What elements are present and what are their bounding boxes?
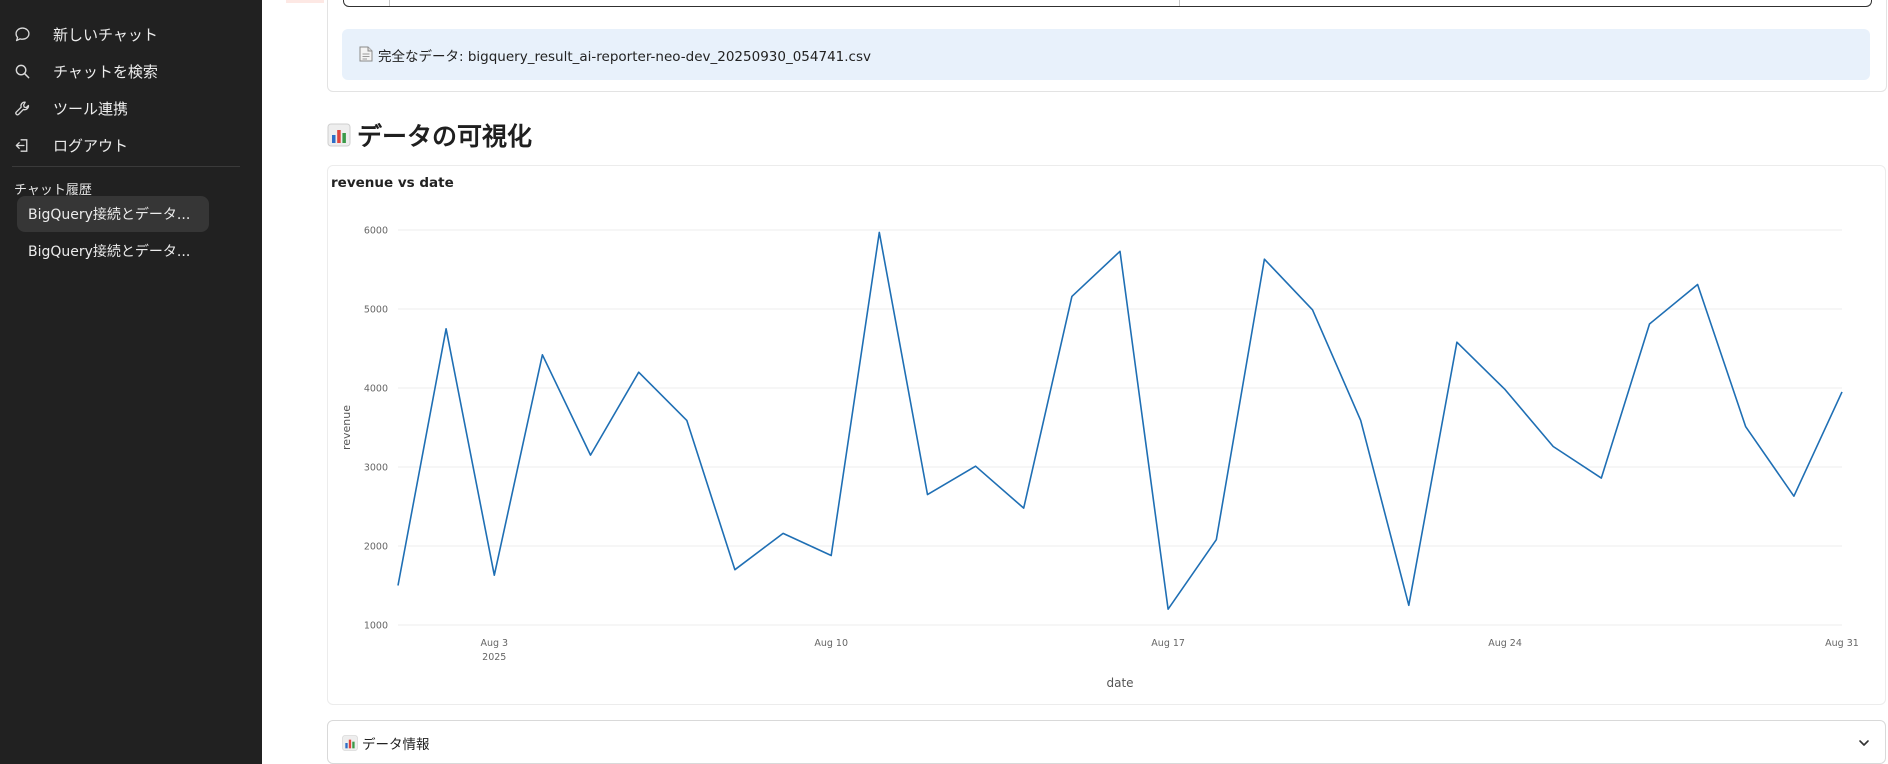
visualization-title: データの可視化 [357,122,533,151]
full-data-filename: bigquery_result_ai-reporter-neo-dev_2025… [467,49,871,65]
x-axis-label: date [1106,676,1133,690]
result-table-bottom [343,0,1872,7]
revenue-data-point [829,553,833,557]
revenue-data-point [781,531,785,535]
chat-bubble-icon [13,25,31,43]
chart-card: revenue vs date 1000 2000 3000 4000 5000 6000… [327,165,1886,705]
logout-icon [13,136,31,154]
chat-history-item-label: BigQuery接続とデータ... [28,244,191,260]
bar-chart-icon [327,123,351,147]
search-chat-button[interactable]: チャットを検索 [0,54,262,88]
new-chat-label: 新しいチャット [53,26,158,44]
revenue-data-point [492,573,496,577]
tool-integration-label: ツール連携 [53,100,129,118]
revenue-data-point [1262,257,1266,261]
revenue-data-point [444,327,448,331]
search-icon [13,62,31,80]
revenue-data-point [589,453,593,457]
revenue-data-point [1599,476,1603,480]
logout-button[interactable]: ログアウト [0,128,262,162]
revenue-data-point [1744,425,1748,429]
revenue-data-point [1647,322,1651,326]
revenue-data-point [974,464,978,468]
x-tick-label: Aug 24 [1488,638,1522,649]
full-data-prefix: 完全なデータ: [378,49,468,65]
chat-history-item[interactable]: BigQuery接続とデータ... [17,233,209,269]
chat-history-item[interactable]: BigQuery接続とデータ... [17,196,209,232]
y-axis-label: revenue [340,405,353,450]
revenue-data-point [396,584,400,588]
y-tick-label: 5000 [364,305,388,316]
y-tick-label: 6000 [364,226,388,237]
x-tick-label: Aug 17 [1151,638,1185,649]
revenue-data-point [1503,388,1507,392]
revenue-data-point [540,353,544,357]
revenue-data-point [1311,308,1315,312]
y-tick-label: 3000 [364,463,388,474]
chat-history-item-label: BigQuery接続とデータ... [28,207,191,223]
revenue-data-point [925,493,929,497]
revenue-data-point [1551,444,1555,448]
y-tick-label: 1000 [364,621,388,632]
y-tick-label: 2000 [364,542,388,553]
revenue-data-point [1118,249,1122,253]
document-icon [359,46,373,62]
bar-chart-icon [342,735,358,751]
revenue-data-point [733,568,737,572]
revenue-data-point [1455,340,1459,344]
revenue-data-point [685,418,689,422]
visualization-heading: データの可視化 [327,117,532,153]
revenue-line-chart[interactable]: 1000 2000 3000 4000 5000 6000 Aug 3 2025 Aug 10 A… [328,166,1885,704]
revenue-data-point [1214,538,1218,542]
x-tick-label: Aug 3 2025 [480,638,508,663]
revenue-data-point [637,370,641,374]
wrench-icon [13,99,31,117]
data-info-expander[interactable]: データ情報 [327,720,1886,764]
revenue-data-point [877,230,881,234]
tool-integration-button[interactable]: ツール連携 [0,91,262,125]
new-chat-button[interactable]: 新しいチャット [0,17,262,51]
revenue-data-point [1407,603,1411,607]
revenue-data-point [1696,283,1700,287]
y-tick-label: 4000 [364,384,388,395]
revenue-series-line [397,231,1843,611]
chevron-down-icon [1859,740,1869,746]
data-info-label: データ情報 [362,737,430,753]
revenue-data-point [1022,506,1026,510]
revenue-data-point [1840,390,1844,394]
logout-label: ログアウト [53,137,129,155]
top-accent-bar [286,0,324,3]
x-tick-label: Aug 10 [814,638,848,649]
revenue-data-point [1070,294,1074,298]
revenue-data-point [1359,418,1363,422]
x-tick-label: Aug 31 [1825,638,1859,649]
search-chat-label: チャットを検索 [53,63,158,81]
full-data-text: 完全なデータ: bigquery_result_ai-reporter-neo-… [378,45,871,65]
sidebar: 新しいチャット チャットを検索 ツール連携 ログアウト チャット履歴 BigQu… [0,0,262,764]
revenue-data-point [1792,494,1796,498]
sidebar-divider [12,166,240,167]
full-data-banner: 完全なデータ: bigquery_result_ai-reporter-neo-… [342,29,1870,80]
revenue-data-point [1166,607,1170,611]
